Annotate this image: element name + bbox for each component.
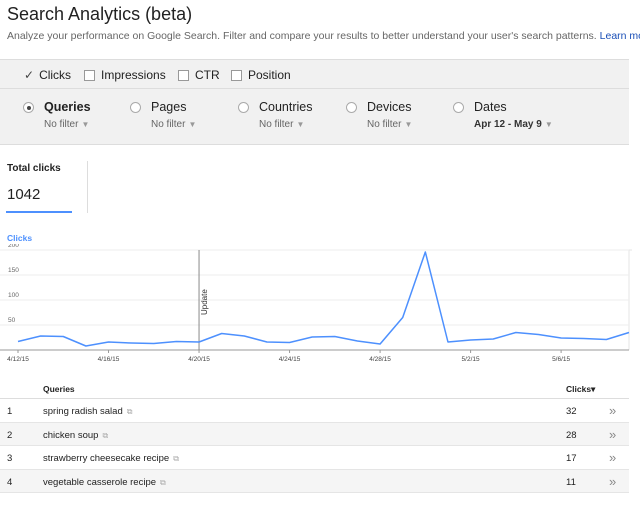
dimension-countries[interactable]: Countries No filter ▼ (238, 100, 313, 130)
row-clicks: 11 (566, 476, 576, 488)
dimension-label: Countries (259, 100, 313, 114)
metric-position[interactable]: Position (231, 68, 291, 82)
learn-more-link[interactable]: Learn more. (600, 30, 640, 42)
caret-down-icon: ▼ (81, 120, 90, 129)
row-clicks: 32 (566, 406, 577, 417)
total-clicks-label: Total clicks (7, 163, 61, 174)
dimension-filter[interactable]: No filter ▼ (44, 119, 91, 130)
external-link-icon[interactable]: ⧉ (173, 454, 179, 463)
metric-label: Position (248, 68, 291, 82)
page-title: Search Analytics (beta) (7, 4, 193, 24)
radio-icon[interactable] (453, 101, 464, 113)
dimension-queries[interactable]: Queries No filter ▼ (23, 100, 91, 130)
sort-desc-icon: ▾ (591, 384, 596, 394)
metric-clicks[interactable]: ✓ Clicks (24, 68, 71, 82)
row-number: 3 (7, 453, 13, 464)
checkbox-icon[interactable] (178, 69, 189, 81)
total-clicks-underline (6, 211, 72, 213)
dimension-dates[interactable]: Dates Apr 12 - May 9 ▼ (453, 100, 553, 130)
clicks-chart: 50 100 150 200 4/12/15 4/16/15 4/20/15 4/24/15 4… (0, 244, 632, 363)
page-description: Analyze your performance on Google Searc… (7, 30, 640, 42)
row-number: 4 (7, 476, 13, 488)
column-header-queries[interactable]: Queries (43, 384, 75, 394)
external-link-icon[interactable]: ⧉ (160, 478, 166, 487)
checkbox-icon[interactable] (84, 69, 95, 81)
caret-down-icon: ▼ (296, 120, 305, 129)
external-link-icon[interactable]: ⧉ (127, 407, 133, 416)
table-header: Queries Clicks▾ (0, 377, 629, 399)
table-row[interactable]: 4 vegetable casserole recipe ⧉ 11 » (0, 469, 629, 493)
y-tick-label: 50 (8, 317, 16, 324)
double-chevron-right-icon[interactable]: » (609, 450, 616, 465)
checkmark-icon: ✓ (24, 68, 35, 82)
metrics-bar: ✓ Clicks Impressions CTR Position (0, 59, 629, 89)
row-clicks: 28 (566, 429, 577, 441)
caret-down-icon: ▼ (188, 120, 197, 129)
dimension-label: Dates (474, 100, 507, 114)
annotation-label: Update (200, 289, 209, 315)
caret-down-icon: ▼ (404, 120, 413, 129)
queries-table: Queries Clicks▾ 1 spring radish salad ⧉ 3… (0, 377, 629, 493)
column-header-clicks[interactable]: Clicks▾ (566, 384, 595, 395)
radio-selected-icon[interactable] (23, 101, 34, 113)
series-line (17, 251, 630, 347)
query-link[interactable]: chicken soup ⧉ (43, 430, 108, 441)
radio-icon[interactable] (238, 101, 249, 113)
dimensions-bar: Queries No filter ▼ Pages No filter ▼ Coun… (0, 89, 629, 145)
query-link[interactable]: spring radish salad ⧉ (43, 406, 132, 417)
table-row[interactable]: 2 chicken soup ⧉ 28 » (0, 422, 629, 446)
query-link[interactable]: strawberry cheesecake recipe ⧉ (43, 453, 179, 464)
metric-impressions[interactable]: Impressions (84, 68, 166, 82)
external-link-icon[interactable]: ⧉ (102, 431, 108, 440)
metric-label: Clicks (39, 68, 72, 82)
table-row[interactable]: 1 spring radish salad ⧉ 32 » (0, 399, 629, 423)
dimension-pages[interactable]: Pages No filter ▼ (130, 100, 196, 130)
metric-label: CTR (195, 68, 220, 82)
dimension-label: Pages (151, 100, 187, 114)
y-tick-label: 200 (8, 244, 19, 249)
metric-label: Impressions (101, 68, 166, 82)
double-chevron-right-icon[interactable]: » (609, 427, 616, 442)
x-tick-label: 5/2/15 (462, 356, 480, 363)
query-link[interactable]: vegetable casserole recipe ⧉ (43, 477, 166, 488)
checkbox-icon[interactable] (231, 69, 242, 81)
dimension-label: Queries (44, 100, 91, 114)
row-number: 2 (7, 429, 13, 441)
dimension-filter[interactable]: No filter ▼ (259, 119, 313, 130)
dimension-filter[interactable]: No filter ▼ (151, 119, 196, 130)
double-chevron-right-icon[interactable]: » (609, 403, 616, 418)
table-row[interactable]: 3 strawberry cheesecake recipe ⧉ 17 » (0, 446, 629, 470)
double-chevron-right-icon[interactable]: » (609, 474, 616, 489)
radio-icon[interactable] (130, 101, 141, 113)
x-tick-label: 4/20/15 (188, 356, 210, 363)
row-number: 1 (7, 406, 13, 417)
total-clicks-value: 1042 (7, 186, 41, 203)
x-tick-label: 4/12/15 (7, 356, 29, 363)
caret-down-icon: ▼ (544, 120, 553, 129)
chart-title: Clicks (7, 233, 33, 243)
x-tick-label: 4/16/15 (98, 356, 120, 363)
x-tick-label: 5/6/15 (552, 356, 570, 363)
x-tick-label: 4/24/15 (279, 356, 301, 363)
dimension-devices[interactable]: Devices No filter ▼ (346, 100, 412, 130)
x-tick-label: 4/28/15 (369, 356, 391, 363)
dimension-filter[interactable]: No filter ▼ (367, 119, 412, 130)
row-clicks: 17 (566, 453, 577, 464)
dimension-filter[interactable]: Apr 12 - May 9 ▼ (474, 119, 553, 130)
y-tick-label: 100 (8, 292, 19, 299)
description-text: Analyze your performance on Google Searc… (7, 30, 597, 42)
totals-divider (87, 161, 88, 213)
dimension-label: Devices (367, 100, 412, 114)
y-tick-label: 150 (8, 267, 19, 274)
radio-icon[interactable] (346, 101, 357, 113)
metric-ctr[interactable]: CTR (178, 68, 220, 82)
